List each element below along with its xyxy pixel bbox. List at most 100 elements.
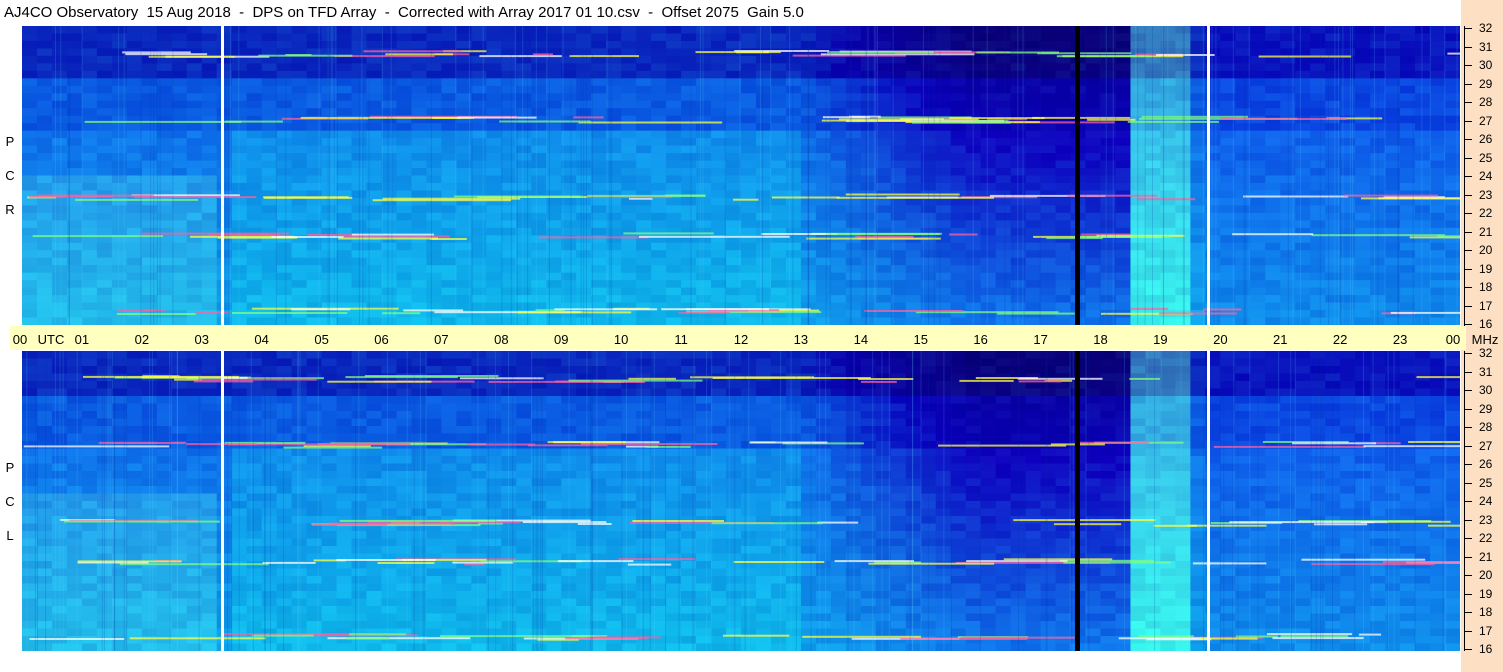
rfi-streak (1141, 115, 1248, 118)
spectrogram-cell (66, 456, 83, 465)
spectrogram-cell (51, 265, 68, 274)
spectrogram-cell (186, 478, 203, 487)
spectrogram-cell (546, 85, 562, 94)
spectrogram-cell (186, 160, 203, 169)
spectrogram-cell (426, 242, 443, 251)
spectrogram-cell (501, 220, 517, 229)
spectrogram-cell (381, 100, 398, 109)
spectrogram-cell (141, 145, 158, 154)
spectrogram-cell (666, 70, 682, 79)
spectrogram-cell (486, 55, 502, 64)
spectrogram-cell (171, 182, 188, 192)
spectrogram-cell (441, 138, 457, 147)
spectrogram-cell (546, 130, 562, 139)
spectrogram-cell (651, 100, 667, 109)
spectrogram-cell (875, 108, 892, 117)
spectrogram-cell (1055, 100, 1072, 109)
spectrogram-cell (696, 212, 712, 221)
spectrogram-cell (81, 576, 98, 585)
spectrogram-cell (516, 70, 532, 79)
spectrogram-cell (1265, 265, 1281, 274)
spectrogram-cell (1310, 108, 1326, 117)
vertical-texture (829, 26, 831, 325)
spectrogram-cell (126, 242, 143, 251)
spectrogram-cell (36, 636, 53, 645)
spectrogram-cell (396, 257, 413, 266)
vertical-texture (1023, 26, 1025, 325)
spectrogram-cell (216, 516, 233, 525)
spectrogram-cell (216, 388, 233, 397)
spectrogram-cell (336, 411, 353, 420)
spectrogram-cell (770, 295, 787, 304)
spectrogram-cell (51, 257, 68, 266)
spectrogram-cell (531, 205, 547, 214)
spectrogram-cell (261, 636, 278, 645)
spectrogram-cell (1145, 280, 1162, 289)
spectrogram-cell (291, 26, 308, 35)
spectrogram-cell (1085, 242, 1102, 251)
spectrogram-cell (22, 317, 38, 325)
spectrogram-cell (171, 471, 188, 480)
spectrogram-cell (486, 212, 502, 221)
spectrogram-cell (755, 265, 772, 274)
spectrogram-cell (516, 220, 532, 229)
spectrogram-cell (651, 123, 667, 132)
spectrogram-cell (1025, 175, 1042, 184)
vertical-texture (516, 26, 518, 325)
spectrogram-cell (815, 220, 832, 229)
spectrogram-cell (306, 272, 323, 281)
vertical-texture (275, 26, 277, 325)
spectrogram-cell (261, 168, 278, 177)
spectrogram-cell (201, 33, 218, 42)
spectrogram-cell (830, 145, 847, 154)
spectrogram-cell (81, 478, 98, 487)
spectrogram-cell (666, 100, 682, 109)
spectrogram-cell (681, 93, 697, 102)
spectrogram-cell (875, 78, 892, 87)
spectrogram-cell (36, 145, 53, 154)
spectrogram-cell (321, 493, 338, 502)
spectrogram-cell (785, 130, 802, 139)
vertical-texture (60, 26, 62, 325)
spectrogram-cell (770, 250, 787, 259)
vertical-texture (390, 26, 392, 325)
spectrogram-cell (51, 123, 68, 132)
spectrogram-cell (1130, 257, 1147, 266)
spectrogram-cell (501, 70, 517, 79)
spectrogram-cell (291, 160, 308, 169)
spectrogram-cell (770, 70, 787, 79)
spectrogram-cell (935, 168, 952, 177)
spectrogram-cell (1250, 287, 1266, 296)
spectrogram-cell (1130, 190, 1147, 199)
spectrogram-cell (1250, 317, 1266, 325)
spectrogram-cell (261, 456, 278, 465)
spectrogram-cell (1040, 78, 1057, 87)
spectrogram-cell (875, 197, 892, 206)
spectrogram-cell (1235, 55, 1251, 64)
spectrogram-cell (1310, 123, 1326, 132)
spectrogram-cell (980, 130, 997, 139)
spectrogram-cell (231, 168, 248, 177)
spectrogram-cell (1235, 310, 1251, 319)
spectrogram-cell (96, 78, 113, 87)
spectrogram-cell (216, 493, 233, 502)
spectrogram-cell (1295, 26, 1311, 35)
spectrogram-cell (81, 441, 98, 450)
spectrogram-cell (1355, 235, 1371, 244)
spectrogram-cell (726, 115, 742, 124)
spectrogram-cell (785, 115, 802, 124)
spectrogram-cell (276, 366, 293, 375)
spectrogram-cell (666, 287, 682, 296)
spectrogram-cell (321, 501, 338, 510)
spectrogram-cell (1085, 310, 1102, 319)
spectrogram-cell (681, 205, 697, 214)
spectrogram-cell (741, 145, 757, 154)
spectrogram-cell (1115, 153, 1132, 162)
spectrogram-cell (1310, 26, 1326, 35)
spectrogram-cell (171, 70, 188, 79)
spectrogram-cell (141, 295, 158, 304)
spectrogram-cell (381, 93, 398, 102)
spectrogram-cell (306, 636, 323, 645)
spectrogram-cell (201, 212, 218, 221)
spectrogram-cell (591, 242, 607, 251)
